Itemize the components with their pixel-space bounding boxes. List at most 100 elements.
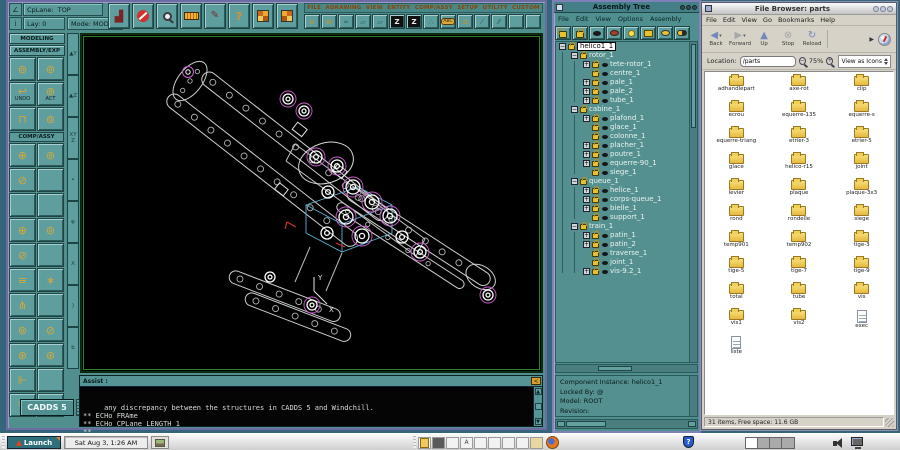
sidebar-tool-2[interactable]: ⊚ xyxy=(37,57,64,81)
sidebar-tool-10[interactable]: ⊘ xyxy=(9,168,36,192)
cadds-tool-no-entry[interactable] xyxy=(132,3,154,29)
file-browser-titlebar[interactable]: File Browser: parts xyxy=(702,3,896,15)
help-button[interactable]: ? xyxy=(683,436,694,448)
tree-item-patin-1[interactable]: +patin_1 xyxy=(556,231,697,240)
tree-item-joint-1[interactable]: joint_1 xyxy=(556,258,697,267)
folder-rondelle[interactable]: rondelle xyxy=(768,206,831,232)
fb-menu-file[interactable]: File xyxy=(706,16,717,24)
window-horizontal-scrollbar[interactable] xyxy=(555,419,698,429)
assembly-tool-promote[interactable] xyxy=(640,26,656,40)
assembly-tool-section[interactable] xyxy=(674,26,690,40)
sidebar-tool-24[interactable]: ⊛ xyxy=(9,343,36,367)
assembly-menu-edit[interactable]: Edit xyxy=(576,15,589,23)
close-button[interactable] xyxy=(887,6,893,12)
screenshot-button[interactable] xyxy=(151,436,169,449)
assembly-tool-unlock[interactable] xyxy=(555,26,571,40)
console-collapse-button[interactable]: < xyxy=(531,377,541,385)
window-menu-icon[interactable] xyxy=(556,4,563,11)
fb-menu-help[interactable]: Help xyxy=(820,16,835,24)
expand-box[interactable]: + xyxy=(583,196,590,203)
console-scrollbar[interactable]: ▲ ▼ xyxy=(533,387,542,426)
axis-tool-3[interactable]: XYZ xyxy=(67,117,79,159)
folder-adhandlepart[interactable]: adhandlepart xyxy=(705,76,768,102)
assist-console-header[interactable]: Assist : < xyxy=(80,376,542,387)
assembly-tool-lock[interactable] xyxy=(572,26,588,40)
zoom-out-icon[interactable]: − xyxy=(799,57,806,65)
tree-item-patin-2[interactable]: +patin_2 xyxy=(556,240,697,249)
sidebar-tool-1[interactable]: ⊚ xyxy=(9,57,36,81)
scroll-up-icon[interactable]: ▲ xyxy=(535,388,542,395)
cadds-tool-zoom-a[interactable]: Z xyxy=(389,14,405,29)
status-scrollbar[interactable] xyxy=(689,376,697,416)
clock[interactable]: Sat Aug 3, 1:26 AM xyxy=(64,436,148,449)
scroll-thumb[interactable] xyxy=(598,366,632,371)
window-button-2[interactable] xyxy=(432,437,445,449)
collapse-box[interactable]: − xyxy=(571,178,578,185)
sidebar-tool-9[interactable]: ⊚ xyxy=(37,143,64,167)
axis-tool-7[interactable]: ) xyxy=(67,285,79,327)
maximize-button[interactable] xyxy=(880,6,886,12)
tree-vertical-scrollbar[interactable] xyxy=(689,42,697,362)
cadds-tool-blank-b[interactable] xyxy=(525,14,541,29)
tree-item-poutre-1[interactable]: +poutre_1 xyxy=(556,150,697,159)
cadds-tool-plane-b[interactable]: ▱ xyxy=(372,14,388,29)
assembly-menu-assembly[interactable]: Assembly xyxy=(650,15,681,23)
tree-item-support-1[interactable]: support_1 xyxy=(556,213,697,222)
panel-handle[interactable] xyxy=(2,436,5,448)
folder-tige-5[interactable]: tige-5 xyxy=(705,258,768,284)
expand-box[interactable]: + xyxy=(583,160,590,167)
tree-item-glace-1[interactable]: glace_1 xyxy=(556,123,697,132)
sidebar-tool-4[interactable]: ⊚ACT xyxy=(37,82,64,106)
cadds-tool-label[interactable]: ABC xyxy=(440,14,456,29)
folder-tige-7[interactable]: tige-7 xyxy=(768,258,831,284)
display-settings-button[interactable] xyxy=(851,437,863,446)
scroll-thumb[interactable] xyxy=(566,421,606,427)
folder-tige-3[interactable]: tige-3 xyxy=(830,232,893,258)
dropdown-icon[interactable]: ▾ xyxy=(743,33,746,39)
sidebar-tool-20[interactable]: ⋔ xyxy=(9,293,36,317)
assembly-tree[interactable]: −helico1_1−rotor_1+tete-rotor_1centre_1+… xyxy=(555,41,698,363)
scroll-down-icon[interactable]: ▼ xyxy=(535,418,542,425)
layer-field[interactable]: Lay: 0 xyxy=(23,17,65,30)
cadds-tool-machine[interactable]: ▟ xyxy=(108,3,130,29)
cadds-menu-custom[interactable]: CUSTOM xyxy=(512,5,540,11)
axis-tool-1[interactable]: ▲Y xyxy=(67,33,79,75)
cadds-menu-adrawing[interactable]: ADRAWING xyxy=(326,5,362,11)
tree-item-rotor-1[interactable]: −rotor_1 xyxy=(556,51,697,60)
folder-glace[interactable]: glace xyxy=(705,154,768,180)
tree-item-helico1-1[interactable]: −helico1_1 xyxy=(556,42,697,51)
tree-item-tube-1[interactable]: +tube_1 xyxy=(556,96,697,105)
cadds-tool-palette-b[interactable] xyxy=(276,3,298,29)
tree-item-placher-1[interactable]: +placher_1 xyxy=(556,141,697,150)
window-button-5[interactable] xyxy=(474,437,487,449)
window-button-3[interactable] xyxy=(446,437,459,449)
folder-vis1[interactable]: vis1 xyxy=(705,310,768,336)
folder-vis2[interactable]: vis2 xyxy=(768,310,831,336)
cadds-tool-brush[interactable]: ✎ xyxy=(204,3,226,29)
expand-box[interactable]: + xyxy=(583,142,590,149)
fb-up-button[interactable]: ▲Up xyxy=(753,31,775,47)
assembly-menu-view[interactable]: View xyxy=(595,15,610,23)
folder-temp902[interactable]: temp902 xyxy=(768,232,831,258)
sidebar-tool-15[interactable]: ⊚ xyxy=(37,218,64,242)
minimize-button[interactable] xyxy=(680,5,685,10)
scroll-thumb[interactable] xyxy=(535,403,542,410)
view-mode-select[interactable]: View as Icons xyxy=(838,55,891,68)
cadds-menu-entity[interactable]: ENTITY xyxy=(387,5,410,11)
assembly-menu-file[interactable]: File xyxy=(558,15,569,23)
tree-item-traverse-1[interactable]: traverse_1 xyxy=(556,249,697,258)
workspace-2[interactable] xyxy=(758,438,770,448)
sidebar-tool-19[interactable]: ∗ xyxy=(37,268,64,292)
assembly-titlebar[interactable]: Assembly Tree xyxy=(554,2,699,13)
sidebar-tool-14[interactable]: ⊕ xyxy=(9,218,36,242)
folder-etrier-3[interactable]: etrier-3 xyxy=(768,128,831,154)
sidebar-tool-6[interactable]: ⊚ xyxy=(37,107,64,131)
assembly-menu-options[interactable]: Options xyxy=(618,15,643,23)
axis-tool-6[interactable]: X xyxy=(67,243,79,285)
expand-box[interactable]: + xyxy=(583,97,590,104)
cadds-menu-comp-assy[interactable]: COMP/ASSY xyxy=(415,5,453,11)
cadds-tool-plane-a[interactable]: ▱ xyxy=(355,14,371,29)
folder-total[interactable]: total xyxy=(705,284,768,310)
tree-item-train-1[interactable]: −train_1 xyxy=(556,222,697,231)
workspace-3[interactable] xyxy=(770,438,782,448)
